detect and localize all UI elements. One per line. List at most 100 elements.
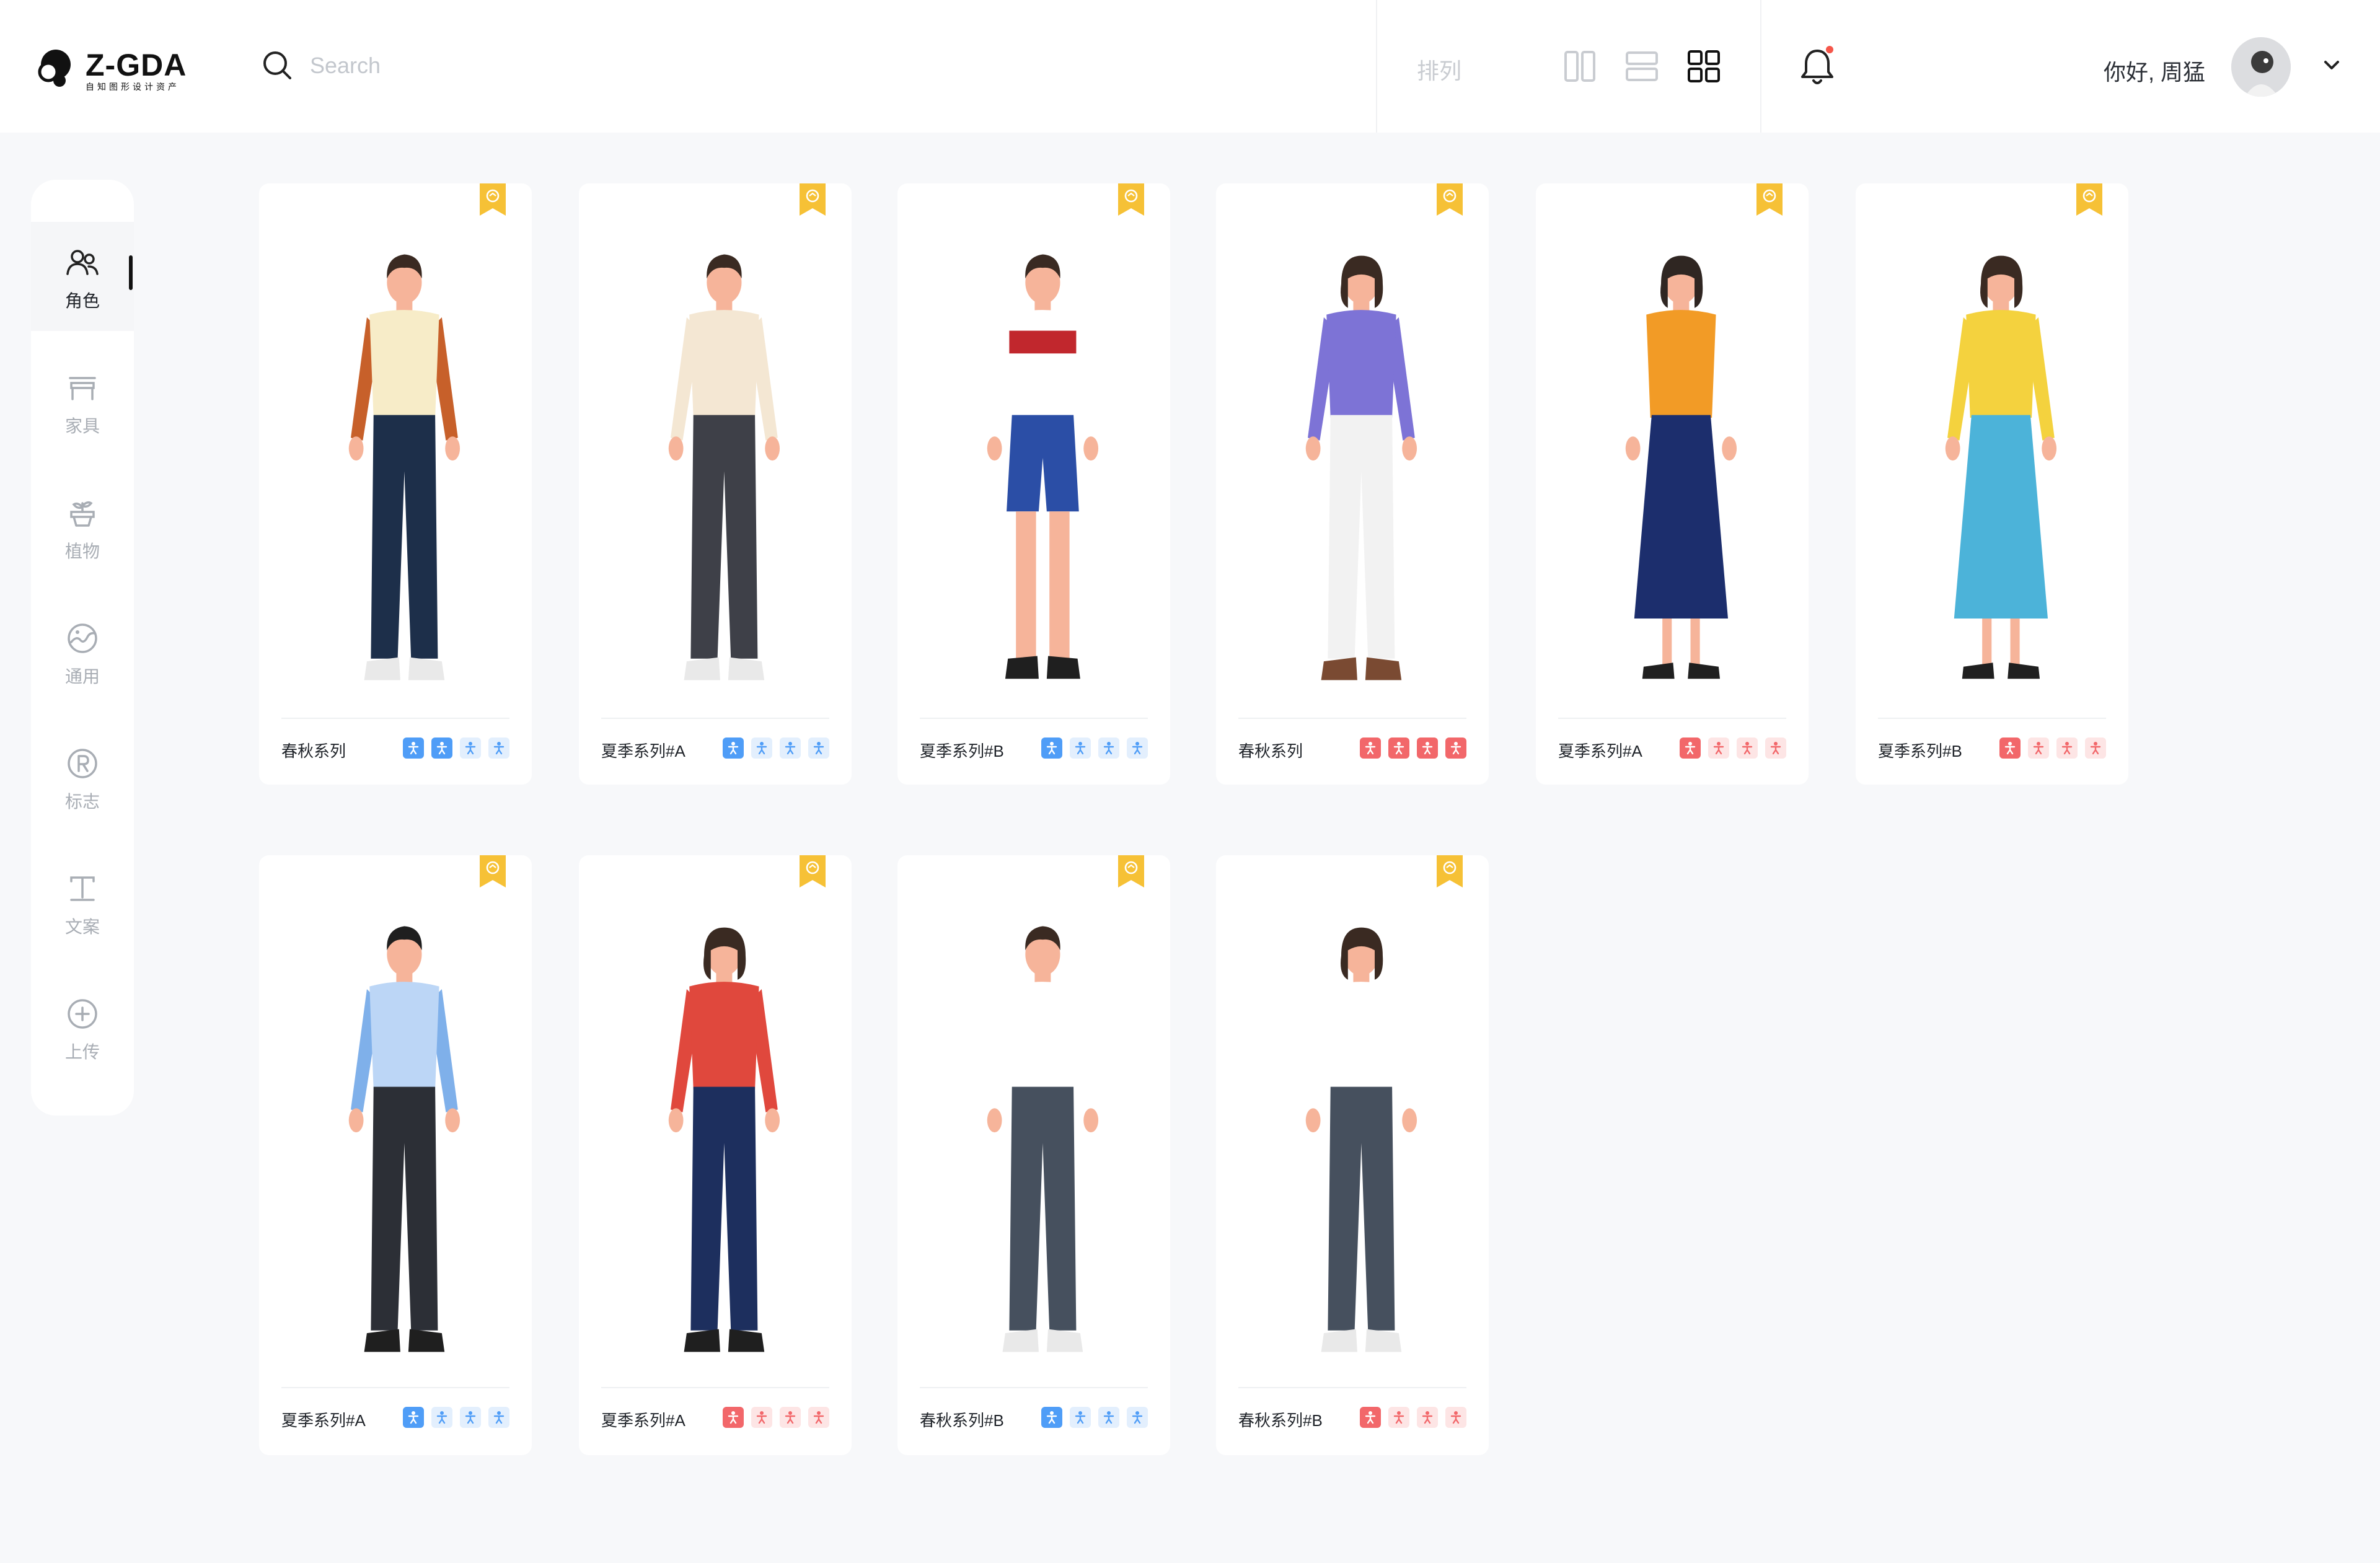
sidebar-item-copywriting[interactable]: 文案 [31,848,134,957]
character-card[interactable]: 夏季系列#B [897,183,1170,785]
notification-bell-icon[interactable] [1797,45,1837,88]
variant-chip[interactable] [1041,737,1062,759]
variant-chip[interactable] [431,737,452,759]
person-silhouette-icon [1132,742,1143,755]
variant-chip[interactable] [403,1407,424,1428]
variant-chip[interactable] [2056,737,2078,759]
variant-chip[interactable] [1680,737,1701,759]
sidebar-item-logos[interactable]: 标志 [31,723,134,832]
variant-chip[interactable] [751,737,772,759]
person-group-icon [66,250,99,275]
sidebar-item-label: 文案 [64,917,100,936]
sidebar-item-general[interactable]: 通用 [31,597,134,707]
variant-chip[interactable] [460,737,481,759]
variant-chip[interactable] [1098,737,1119,759]
character-card[interactable]: 夏季系列#A [259,855,532,1455]
character-illustration [1305,927,1417,1352]
card-divider [1558,718,1786,719]
variant-chip[interactable] [1098,1407,1119,1428]
character-illustration [668,927,780,1352]
character-card[interactable]: 夏季系列#B [1856,183,2128,785]
variant-chip[interactable] [1737,737,1758,759]
character-card[interactable]: 夏季系列#A [579,183,852,785]
category-sidebar: 角色 家具 植物 通用 标志 文案 上传 [31,180,134,1116]
character-card[interactable]: 春秋系列#B [897,855,1170,1455]
variant-chip[interactable] [488,1407,509,1428]
variant-chips [723,1407,829,1428]
person-silhouette-icon [408,742,419,755]
character-card[interactable]: 夏季系列#A [579,855,852,1455]
character-illustration [1305,255,1417,680]
variant-chip[interactable] [780,737,801,759]
character-card[interactable]: 春秋系列 [259,183,532,785]
brand-logo[interactable]: Z-GDA 自知图形设计资产 [31,45,192,94]
variant-chip[interactable] [1417,737,1438,759]
variant-chip[interactable] [808,737,829,759]
variant-chip[interactable] [460,1407,481,1428]
variant-chip[interactable] [1708,737,1729,759]
variant-chip[interactable] [403,737,424,759]
sidebar-item-furniture[interactable]: 家具 [31,347,134,456]
variant-chip[interactable] [1445,737,1466,759]
search-icon[interactable] [260,48,295,83]
variant-chips [1360,737,1466,759]
grid-view-icon[interactable] [1686,48,1722,84]
variant-chip[interactable] [1765,737,1786,759]
sort-button[interactable]: 排列 [1417,53,1461,86]
globe-icon [68,623,97,653]
variant-chip[interactable] [1417,1407,1438,1428]
variant-chip[interactable] [1127,1407,1148,1428]
variant-chip[interactable] [1445,1407,1466,1428]
search-input[interactable] [310,50,744,82]
card-title: 夏季系列#B [920,742,1004,760]
person-silhouette-icon [756,1411,767,1424]
variant-chip[interactable] [2028,737,2049,759]
variant-chips [1360,1407,1466,1428]
person-silhouette-icon [813,742,824,755]
person-silhouette-icon [1685,742,1696,755]
variant-chip[interactable] [1127,737,1148,759]
person-silhouette-icon [1742,742,1753,755]
variant-chip[interactable] [1070,1407,1091,1428]
sidebar-item-characters[interactable]: 角色 [31,222,134,331]
card-divider [281,1387,509,1388]
notification-dot [1826,46,1833,53]
variant-chip[interactable] [1999,737,2021,759]
character-illustration [1625,255,1737,679]
character-card[interactable]: 春秋系列 [1216,183,1489,785]
variant-chip[interactable] [780,1407,801,1428]
sidebar-item-upload[interactable]: 上传 [31,973,134,1082]
character-illustration [987,926,1099,1352]
variant-chip[interactable] [1070,737,1091,759]
variant-chip[interactable] [723,1407,744,1428]
variant-chip[interactable] [1360,1407,1381,1428]
variant-chip[interactable] [808,1407,829,1428]
person-silhouette-icon [1422,1411,1433,1424]
two-column-view-icon[interactable] [1562,48,1598,84]
list-view-icon[interactable] [1624,48,1660,84]
user-greeting: 你好, 周猛 [2104,59,2206,85]
sidebar-item-plants[interactable]: 植物 [31,472,134,581]
header-divider [1376,0,1377,133]
character-card[interactable]: 夏季系列#A [1536,183,1809,785]
variant-chip[interactable] [2085,737,2106,759]
variant-chip[interactable] [1041,1407,1062,1428]
sidebar-item-label: 植物 [64,542,100,561]
person-silhouette-icon [1422,742,1433,755]
variant-chip[interactable] [431,1407,452,1428]
variant-chip[interactable] [751,1407,772,1428]
variant-chip[interactable] [1388,1407,1409,1428]
character-card[interactable]: 春秋系列#B [1216,855,1489,1455]
character-illustration [1945,255,2057,679]
avatar[interactable] [2231,37,2291,97]
card-title: 春秋系列 [1238,742,1303,760]
premium-badge-icon [1118,183,1144,216]
card-title: 夏季系列#A [281,1411,366,1430]
variant-chip[interactable] [1388,737,1409,759]
variant-chip[interactable] [488,737,509,759]
person-silhouette-icon [1103,742,1114,755]
variant-chip[interactable] [1360,737,1381,759]
chevron-down-icon[interactable] [2320,56,2343,74]
variant-chip[interactable] [723,737,744,759]
sidebar-item-label: 家具 [64,416,100,436]
